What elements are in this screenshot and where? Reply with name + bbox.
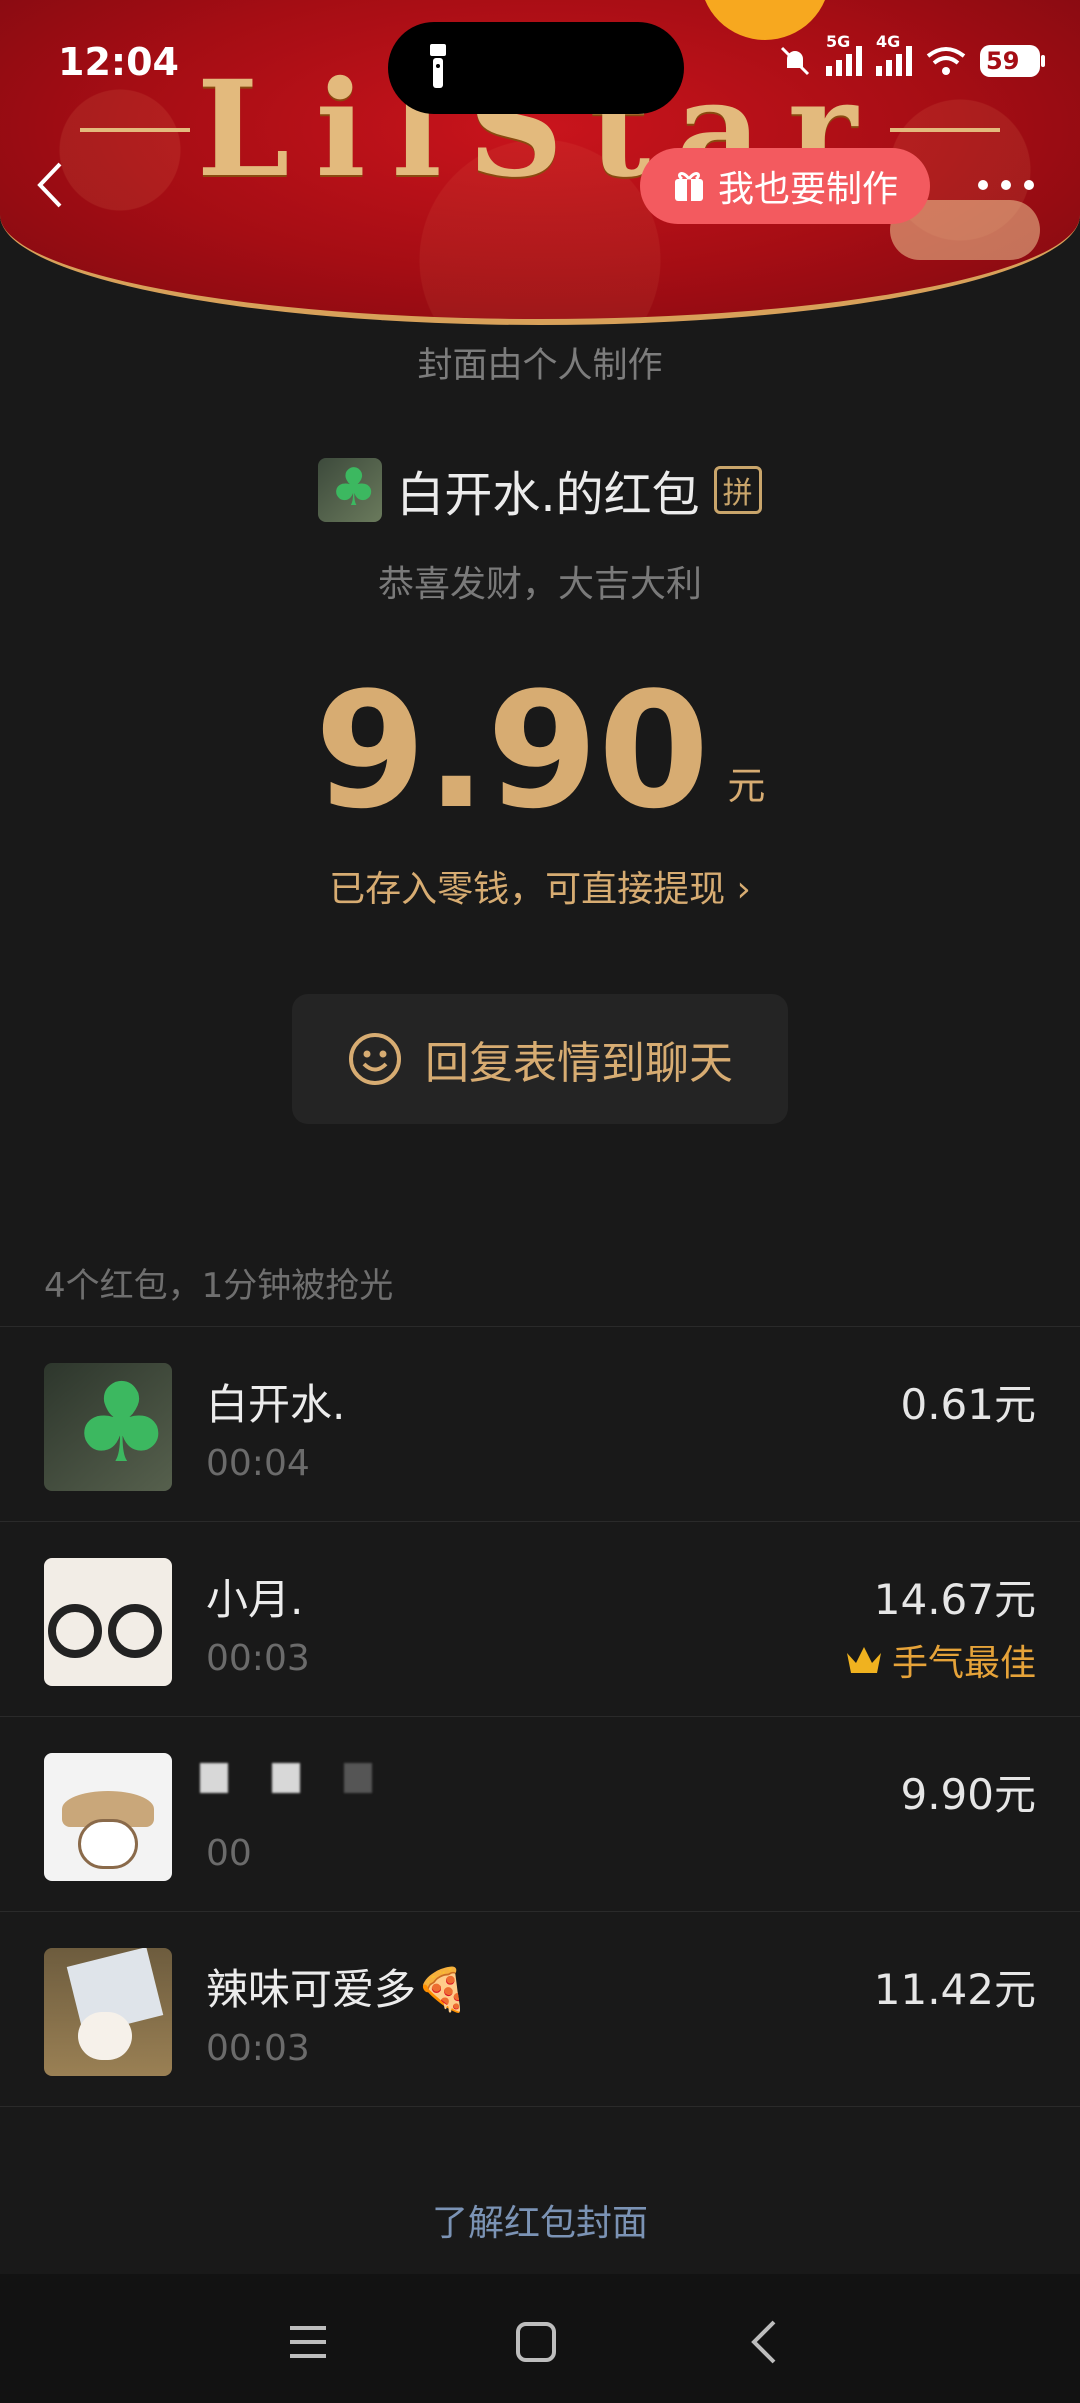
- status-time: 12:04: [58, 40, 179, 84]
- make-cover-button[interactable]: 我也要制作: [640, 148, 930, 224]
- receiver-amount: 0.61元: [900, 1380, 1036, 1429]
- sender-row: 白开水.的红包 拼: [0, 455, 1080, 525]
- crown-icon: [846, 1647, 881, 1673]
- menu-icon[interactable]: [278, 2312, 338, 2372]
- flashlight-icon: [430, 44, 446, 88]
- sender-avatar: [318, 458, 383, 522]
- more-options-button[interactable]: [978, 170, 1034, 200]
- network-5g-label: 5G: [826, 32, 851, 51]
- amount-value: 9.90: [314, 657, 710, 844]
- avatar-dog: [78, 2012, 132, 2060]
- receiver-amount: 9.90元: [900, 1770, 1036, 1819]
- status-icons: 5G 4G 59: [778, 32, 1045, 78]
- gift-icon: [674, 172, 703, 201]
- received-amount: 9.90 元: [0, 666, 1080, 836]
- redaction-block: [344, 1763, 372, 1793]
- receiver-time: 00: [206, 1833, 252, 1874]
- receiver-name: 小月.: [206, 1575, 304, 1624]
- battery-icon: 59: [980, 45, 1045, 77]
- redaction-block: [200, 1763, 228, 1793]
- packet-summary: 4个红包，1分钟被抢光: [44, 1266, 394, 1306]
- receiver-time: 00:03: [206, 2028, 310, 2069]
- receiver-time: 00:03: [206, 1638, 310, 1679]
- cover-credit: 封面由个人制作: [417, 346, 663, 386]
- redacted-name: [200, 1763, 372, 1793]
- list-item[interactable]: 小月. 00:03 14.67元 手气最佳: [0, 1522, 1080, 1717]
- nav-back-icon[interactable]: [736, 2312, 796, 2372]
- more-dot: [1024, 180, 1034, 190]
- receiver-list: 白开水. 00:04 0.61元 小月. 00:03 14.67元 手气最佳 0…: [0, 1326, 1080, 2107]
- avatar: [44, 1558, 172, 1686]
- camera-cutout: [388, 22, 684, 114]
- avatar: [44, 1753, 172, 1881]
- blessing-text: 恭喜发财，大吉大利: [377, 564, 702, 605]
- sender-title: 白开水.的红包: [396, 467, 700, 523]
- smile-icon: [349, 1033, 401, 1085]
- home-icon[interactable]: [506, 2312, 566, 2372]
- avatar: [44, 1363, 172, 1491]
- deposit-link[interactable]: 已存入零钱，可直接提现 ›: [0, 860, 1080, 912]
- network-4g-label: 4G: [876, 32, 901, 51]
- best-luck-label: 手气最佳: [891, 1643, 1036, 1684]
- signal-5g-icon: 5G: [826, 32, 862, 76]
- system-nav-bar: [0, 2274, 1080, 2403]
- receiver-name: 辣味可爱多🍕: [206, 1965, 469, 2014]
- pin-badge: 拼: [713, 466, 762, 514]
- avatar: [44, 1948, 172, 2076]
- receiver-name: 白开水.: [206, 1380, 346, 1429]
- avatar-face: [78, 1819, 138, 1869]
- learn-cover-link[interactable]: 了解红包封面: [0, 2194, 1080, 2246]
- receiver-amount: 14.67元: [873, 1575, 1036, 1624]
- make-cover-label: 我也要制作: [717, 169, 898, 210]
- amount-unit: 元: [727, 764, 766, 808]
- list-item[interactable]: 白开水. 00:04 0.61元: [0, 1327, 1080, 1522]
- list-item[interactable]: 00 9.90元: [0, 1717, 1080, 1912]
- receiver-time: 00:04: [206, 1443, 310, 1484]
- receiver-amount: 11.42元: [873, 1965, 1036, 2014]
- glasses-lens: [48, 1604, 102, 1658]
- wifi-icon: [926, 47, 966, 75]
- back-button[interactable]: [30, 160, 70, 210]
- status-bar: 12:04 5G 4G 59: [0, 0, 1080, 120]
- more-dot: [1001, 180, 1011, 190]
- glasses-lens: [108, 1604, 162, 1658]
- list-item[interactable]: 辣味可爱多🍕 00:03 11.42元: [0, 1912, 1080, 2107]
- reply-sticker-button[interactable]: 回复表情到聊天: [292, 994, 788, 1124]
- more-dot: [978, 180, 988, 190]
- mute-bell-icon: [780, 46, 810, 76]
- signal-4g-icon: 4G: [876, 32, 912, 76]
- best-luck-badge: 手气最佳: [844, 1634, 1036, 1686]
- reply-sticker-label: 回复表情到聊天: [425, 1038, 733, 1089]
- redaction-block: [272, 1763, 300, 1793]
